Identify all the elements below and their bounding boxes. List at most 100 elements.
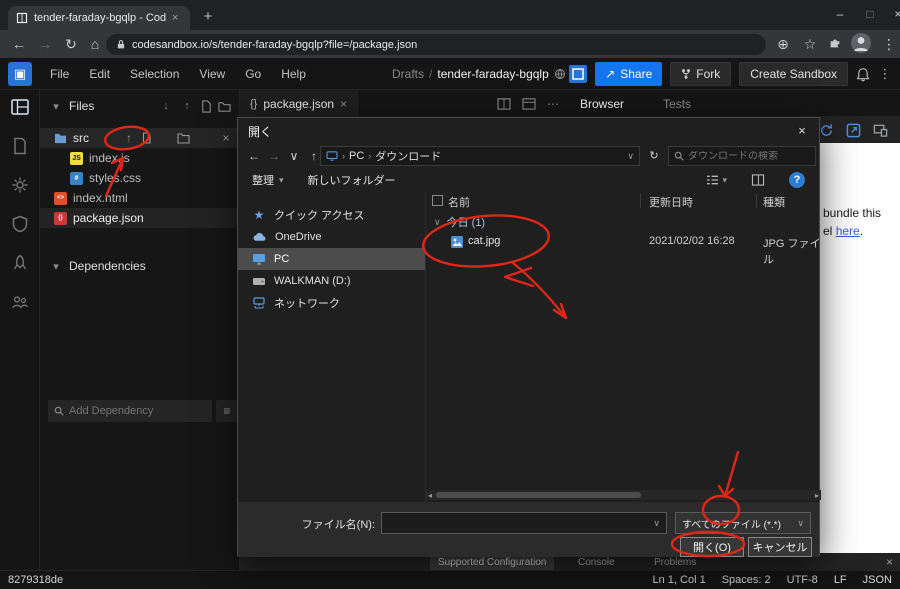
responsive-mode-icon[interactable] — [873, 123, 888, 138]
dependencies-header[interactable]: ▾ Dependencies — [40, 256, 239, 276]
status-cursor-position[interactable]: Ln 1, Col 1 — [653, 574, 706, 586]
view-selector-button[interactable]: ▾ — [706, 174, 727, 186]
breadcrumb-sandbox-name[interactable]: tender-faraday-bgqlp — [437, 67, 548, 81]
nav-item-onedrive[interactable]: OneDrive — [238, 226, 425, 248]
tree-file-styles-css[interactable]: # styles.css — [40, 168, 239, 188]
notifications-bell-icon[interactable] — [856, 67, 870, 82]
dialog-titlebar[interactable]: 開く — [238, 118, 819, 144]
dialog-forward-button[interactable]: → — [264, 149, 284, 163]
create-sandbox-button[interactable]: Create Sandbox — [739, 62, 848, 86]
browser-home-button[interactable]: ⌂ — [84, 33, 106, 55]
addr-segment-pc[interactable]: PC — [349, 150, 364, 162]
bookmark-star-icon[interactable]: ☆ — [799, 33, 821, 55]
layout-view-icon[interactable] — [522, 97, 536, 110]
live-collaboration-icon[interactable] — [11, 293, 29, 311]
menu-go[interactable]: Go — [235, 67, 271, 81]
organize-button[interactable]: 整理 ▾ — [252, 172, 284, 188]
window-maximize-button[interactable]: □ — [856, 0, 884, 28]
new-tab-button[interactable]: + — [196, 5, 220, 29]
preview-tab-browser[interactable]: Browser — [580, 97, 624, 111]
status-eol[interactable]: LF — [834, 574, 847, 586]
url-bar[interactable]: codesandbox.io/s/tender-faraday-bgqlp?fi… — [106, 34, 766, 55]
filetype-combo[interactable]: すべてのファイル (*.*) ∨ — [675, 512, 811, 534]
tree-file-index-js[interactable]: JS index.js — [40, 148, 239, 168]
nav-item-pc[interactable]: PC — [238, 248, 425, 270]
status-language-mode[interactable]: JSON — [863, 574, 892, 586]
column-modified[interactable]: 更新日時 — [649, 194, 693, 210]
dialog-refresh-icon[interactable]: ↻ — [644, 146, 664, 166]
addr-dropdown-icon[interactable]: ∨ — [627, 151, 634, 162]
dialog-search-input[interactable] — [688, 150, 803, 162]
addr-segment-downloads[interactable]: ダウンロード — [375, 148, 441, 164]
more-options-icon[interactable]: ⋯ — [547, 97, 559, 111]
preview-refresh-icon[interactable] — [819, 123, 834, 138]
tree-folder-src[interactable]: src ↑ × — [40, 128, 239, 148]
fork-button[interactable]: Fork — [670, 62, 732, 86]
help-icon[interactable]: ? — [789, 172, 805, 188]
column-divider-1[interactable] — [640, 194, 641, 208]
browser-tab[interactable]: tender-faraday-bgqlp - CodeSan × — [8, 6, 190, 30]
dependency-list-button[interactable]: ≡ — [216, 400, 238, 422]
add-dependency-box[interactable] — [48, 400, 212, 422]
dialog-back-button[interactable]: ← — [244, 149, 264, 163]
new-file-icon[interactable] — [200, 99, 213, 113]
dialog-address-bar[interactable]: › PC › ダウンロード ∨ — [320, 146, 640, 166]
filename-combo[interactable]: ∨ — [381, 512, 667, 534]
new-folder-button[interactable]: 新しいフォルダー — [308, 172, 396, 188]
collapse-caret-icon[interactable]: ▾ — [48, 100, 64, 113]
upload-file-icon[interactable]: ↑ — [122, 128, 136, 148]
extensions-icon[interactable] — [828, 36, 842, 50]
scroll-left-icon[interactable]: ◂ — [428, 491, 432, 500]
install-icon[interactable]: ⊕ — [772, 33, 794, 55]
delete-icon[interactable]: × — [219, 128, 233, 148]
scroll-right-icon[interactable]: ▸ — [815, 491, 819, 500]
add-file-icon[interactable] — [141, 128, 153, 148]
filename-input[interactable] — [382, 517, 654, 529]
editor-tab-close-icon[interactable]: × — [340, 97, 347, 111]
browser-forward-button[interactable]: → — [34, 33, 56, 55]
recent-locations-icon[interactable]: ∨ — [284, 149, 304, 163]
menu-selection[interactable]: Selection — [120, 67, 189, 81]
dialog-search-box[interactable] — [668, 146, 816, 166]
file-row-cat-jpg[interactable]: cat.jpg 2021/02/02 16:28 JPG ファイル — [426, 232, 821, 266]
status-indentation[interactable]: Spaces: 2 — [722, 574, 771, 586]
dialog-close-icon[interactable]: × — [785, 118, 819, 144]
add-directory-icon[interactable] — [177, 128, 190, 148]
file-icon[interactable] — [11, 137, 29, 155]
open-button[interactable]: 開く(O) — [680, 537, 744, 557]
filename-dropdown-icon[interactable]: ∨ — [653, 518, 666, 529]
horizontal-scrollbar[interactable]: ◂ ▸ — [426, 490, 821, 500]
tree-file-package-json[interactable]: {} package.json — [40, 208, 239, 228]
menu-help[interactable]: Help — [271, 67, 316, 81]
upload-files-icon[interactable]: ↑ — [179, 100, 195, 112]
preview-pane-icon[interactable] — [751, 174, 765, 186]
cancel-button[interactable]: キャンセル — [748, 537, 812, 557]
new-folder-icon[interactable] — [218, 100, 231, 113]
browser-reload-button[interactable]: ↻ — [60, 33, 82, 55]
menu-view[interactable]: View — [189, 67, 235, 81]
status-encoding[interactable]: UTF-8 — [787, 574, 818, 586]
add-dependency-input[interactable] — [69, 405, 189, 417]
scrollbar-thumb[interactable] — [436, 492, 641, 498]
menu-file[interactable]: File — [40, 67, 79, 81]
column-divider-2[interactable] — [756, 194, 757, 208]
tree-file-index-html[interactable]: <> index.html — [40, 188, 239, 208]
deployment-rocket-icon[interactable] — [11, 254, 29, 272]
breadcrumb-drafts[interactable]: Drafts — [392, 67, 424, 81]
profile-avatar[interactable] — [851, 33, 871, 53]
preview-tab-tests[interactable]: Tests — [663, 97, 691, 111]
tab-close-icon[interactable]: × — [172, 12, 178, 24]
nav-item-network[interactable]: ネットワーク — [238, 292, 425, 314]
select-all-checkbox[interactable] — [432, 195, 443, 206]
shield-icon[interactable] — [11, 215, 29, 233]
header-kebab-icon[interactable]: ⋮ — [878, 66, 892, 82]
group-today[interactable]: ∨ 今日 (1) — [434, 214, 485, 230]
sort-down-icon[interactable]: ↓ — [158, 100, 174, 112]
menu-edit[interactable]: Edit — [79, 67, 120, 81]
nav-item-quick-access[interactable]: ★ クイック アクセス — [238, 204, 425, 226]
split-view-icon[interactable] — [497, 97, 511, 110]
sandbox-preview-logo-icon[interactable] — [569, 65, 588, 83]
explorer-icon[interactable] — [10, 98, 29, 116]
panel-close-icon[interactable]: × — [878, 553, 900, 571]
window-minimize-button[interactable]: – — [826, 0, 854, 28]
